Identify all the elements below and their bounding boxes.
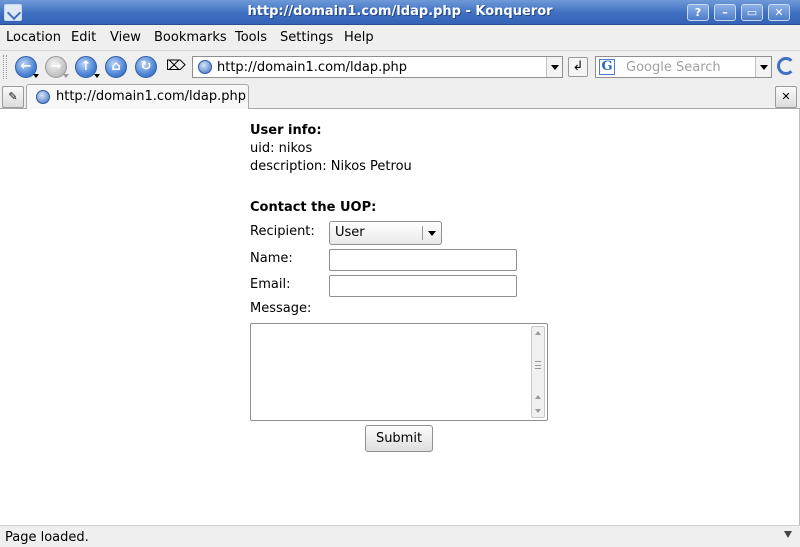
recipient-select[interactable]: User (329, 221, 442, 245)
status-text: Page loaded. (5, 530, 89, 545)
google-icon[interactable]: G (599, 59, 615, 75)
status-bar: Page loaded. (0, 525, 800, 547)
location-input[interactable]: http://domain1.com/ldap.php (217, 60, 407, 75)
go-button[interactable]: ↲ (568, 57, 588, 77)
close-button[interactable]: ✕ (768, 4, 790, 21)
new-tab-icon[interactable]: ✎ (2, 86, 24, 108)
tab-bar: ✎ http://domain1.com/ldap.php ✕ (0, 83, 800, 110)
security-indicator-icon (784, 531, 792, 543)
search-engine-dropdown[interactable] (755, 57, 771, 77)
location-history-dropdown[interactable] (546, 57, 562, 77)
menu-bookmarks[interactable]: Bookmarks (154, 30, 227, 45)
chevron-down-icon (428, 231, 436, 236)
location-bar[interactable]: http://domain1.com/ldap.php (192, 56, 563, 78)
tab-label: http://domain1.com/ldap.php (56, 89, 247, 104)
maximize-button[interactable]: ▭ (741, 4, 763, 21)
email-field[interactable] (329, 275, 517, 297)
submit-button[interactable]: Submit (365, 425, 433, 452)
home-icon[interactable]: ⌂ (105, 56, 127, 78)
recipient-label: Recipient: (250, 224, 315, 239)
recipient-value: User (335, 225, 365, 240)
back-dropdown-icon[interactable] (33, 74, 39, 78)
minimize-button[interactable]: – (714, 4, 736, 21)
search-bar[interactable]: G Google Search (595, 56, 772, 78)
menu-settings[interactable]: Settings (280, 30, 333, 45)
contact-heading: Contact the UOP: (250, 200, 377, 215)
page-favicon-icon (198, 60, 212, 74)
description-text: description: Nikos Petrou (250, 159, 412, 174)
tab-ldap[interactable]: http://domain1.com/ldap.php (26, 84, 249, 110)
up-dropdown-icon[interactable] (94, 74, 100, 78)
scroll-down-icon[interactable] (535, 409, 541, 413)
menu-help[interactable]: Help (344, 30, 374, 45)
window-titlebar: http://domain1.com/ldap.php - Konqueror … (0, 0, 800, 25)
name-field[interactable] (329, 249, 517, 271)
close-tab-icon[interactable]: ✕ (775, 86, 797, 108)
uid-text: uid: nikos (250, 141, 313, 156)
scroll-grip-icon[interactable] (535, 361, 541, 369)
tab-favicon-icon (36, 90, 50, 104)
menu-edit[interactable]: Edit (71, 30, 96, 45)
search-input[interactable]: Google Search (626, 60, 721, 75)
window-title: http://domain1.com/ldap.php - Konqueror (247, 4, 553, 19)
user-info-heading: User info: (250, 123, 322, 138)
scroll-up-icon[interactable] (535, 331, 541, 335)
menu-tools[interactable]: Tools (235, 30, 267, 45)
reload-icon[interactable]: ↻ (135, 56, 157, 78)
konqueror-activity-icon (777, 57, 795, 75)
toolbar-handle[interactable] (3, 55, 7, 79)
message-textarea[interactable] (250, 323, 548, 421)
email-label: Email: (250, 277, 291, 292)
select-divider (422, 226, 423, 240)
message-label: Message: (250, 301, 312, 316)
clear-location-icon[interactable]: ⌦ (166, 59, 186, 73)
menubar: Location Edit View Bookmarks Tools Setti… (0, 25, 800, 51)
forward-dropdown-icon[interactable] (63, 74, 69, 78)
menu-location[interactable]: Location (6, 30, 61, 45)
message-scrollbar[interactable] (531, 326, 545, 418)
menu-view[interactable]: View (110, 30, 141, 45)
scroll-up-icon[interactable] (535, 395, 541, 399)
name-label: Name: (250, 251, 293, 266)
help-button[interactable]: ? (687, 4, 709, 21)
